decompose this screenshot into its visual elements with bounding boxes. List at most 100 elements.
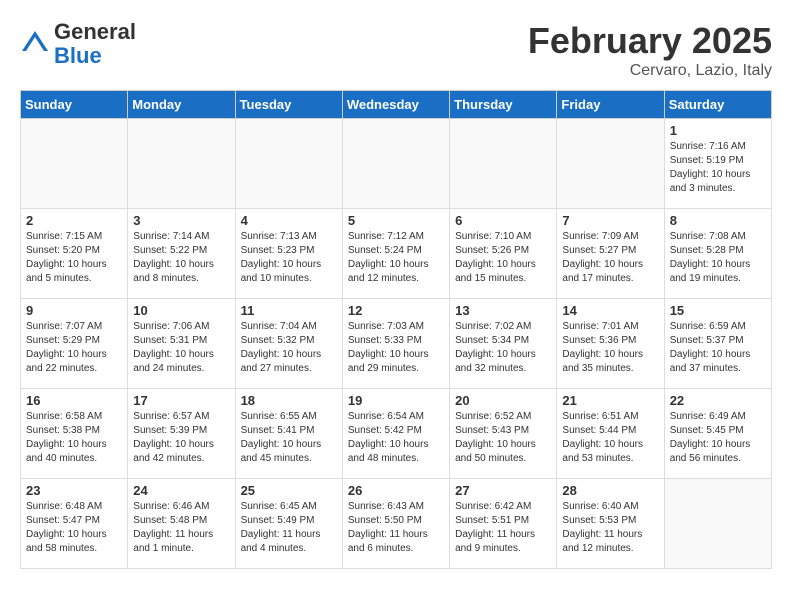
calendar-header: SundayMondayTuesdayWednesdayThursdayFrid…	[21, 91, 772, 119]
calendar-cell: 3 Sunrise: 7:14 AM Sunset: 5:22 PM Daylig…	[128, 209, 235, 299]
calendar-cell	[557, 119, 664, 209]
calendar-cell: 18 Sunrise: 6:55 AM Sunset: 5:41 PM Dayli…	[235, 389, 342, 479]
calendar-cell	[235, 119, 342, 209]
day-number: 15	[670, 303, 766, 318]
logo-icon	[20, 29, 50, 59]
day-info: Sunrise: 6:59 AM Sunset: 5:37 PM Dayligh…	[670, 320, 766, 376]
calendar-cell: 19Sunrise: 6:54 AM Sunset: 5:42 PM Dayli…	[342, 389, 449, 479]
calendar-cell: 7 Sunrise: 7:09 AM Sunset: 5:27 PM Daylig…	[557, 209, 664, 299]
day-number: 17	[133, 393, 229, 408]
day-number: 22	[670, 393, 766, 408]
day-info: Sunrise: 6:42 AM Sunset: 5:51 PM Dayligh…	[455, 500, 551, 556]
calendar-cell: 27 Sunrise: 6:42 AM Sunset: 5:51 PM Dayli…	[450, 479, 557, 569]
calendar-cell	[128, 119, 235, 209]
day-info: Sunrise: 7:15 AM Sunset: 5:20 PM Dayligh…	[26, 230, 122, 286]
calendar-cell: 24 Sunrise: 6:46 AM Sunset: 5:48 PM Dayli…	[128, 479, 235, 569]
calendar-cell: 1Sunrise: 7:16 AM Sunset: 5:19 PM Daylig…	[664, 119, 771, 209]
week-row-2: 2 Sunrise: 7:15 AM Sunset: 5:20 PM Daylig…	[21, 209, 772, 299]
day-info: Sunrise: 7:14 AM Sunset: 5:22 PM Dayligh…	[133, 230, 229, 286]
calendar-cell: 26Sunrise: 6:43 AM Sunset: 5:50 PM Dayli…	[342, 479, 449, 569]
day-info: Sunrise: 7:10 AM Sunset: 5:26 PM Dayligh…	[455, 230, 551, 286]
calendar-cell: 2 Sunrise: 7:15 AM Sunset: 5:20 PM Daylig…	[21, 209, 128, 299]
day-info: Sunrise: 6:58 AM Sunset: 5:38 PM Dayligh…	[26, 410, 122, 466]
day-number: 24	[133, 483, 229, 498]
day-number: 2	[26, 213, 122, 228]
day-number: 5	[348, 213, 444, 228]
day-number: 23	[26, 483, 122, 498]
day-info: Sunrise: 7:01 AM Sunset: 5:36 PM Dayligh…	[562, 320, 658, 376]
day-number: 13	[455, 303, 551, 318]
calendar-cell: 10 Sunrise: 7:06 AM Sunset: 5:31 PM Dayli…	[128, 299, 235, 389]
calendar-cell: 15 Sunrise: 6:59 AM Sunset: 5:37 PM Dayli…	[664, 299, 771, 389]
day-number: 6	[455, 213, 551, 228]
calendar-cell: 13Sunrise: 7:02 AM Sunset: 5:34 PM Dayli…	[450, 299, 557, 389]
logo-text: General Blue	[54, 20, 136, 68]
calendar-cell	[664, 479, 771, 569]
calendar-cell	[342, 119, 449, 209]
day-info: Sunrise: 6:49 AM Sunset: 5:45 PM Dayligh…	[670, 410, 766, 466]
day-info: Sunrise: 6:55 AM Sunset: 5:41 PM Dayligh…	[241, 410, 337, 466]
day-header-thursday: Thursday	[450, 91, 557, 119]
week-row-3: 9 Sunrise: 7:07 AM Sunset: 5:29 PM Daylig…	[21, 299, 772, 389]
day-info: Sunrise: 7:03 AM Sunset: 5:33 PM Dayligh…	[348, 320, 444, 376]
day-info: Sunrise: 7:09 AM Sunset: 5:27 PM Dayligh…	[562, 230, 658, 286]
calendar-cell: 22 Sunrise: 6:49 AM Sunset: 5:45 PM Dayli…	[664, 389, 771, 479]
day-number: 20	[455, 393, 551, 408]
day-info: Sunrise: 6:46 AM Sunset: 5:48 PM Dayligh…	[133, 500, 229, 556]
day-number: 4	[241, 213, 337, 228]
day-info: Sunrise: 6:40 AM Sunset: 5:53 PM Dayligh…	[562, 500, 658, 556]
day-headers-row: SundayMondayTuesdayWednesdayThursdayFrid…	[21, 91, 772, 119]
day-number: 3	[133, 213, 229, 228]
page-header: General Blue February 2025 Cervaro, Lazi…	[20, 20, 772, 80]
day-number: 10	[133, 303, 229, 318]
day-info: Sunrise: 7:08 AM Sunset: 5:28 PM Dayligh…	[670, 230, 766, 286]
calendar-cell: 20Sunrise: 6:52 AM Sunset: 5:43 PM Dayli…	[450, 389, 557, 479]
week-row-1: 1Sunrise: 7:16 AM Sunset: 5:19 PM Daylig…	[21, 119, 772, 209]
day-info: Sunrise: 7:16 AM Sunset: 5:19 PM Dayligh…	[670, 140, 766, 196]
day-info: Sunrise: 6:57 AM Sunset: 5:39 PM Dayligh…	[133, 410, 229, 466]
week-row-4: 16 Sunrise: 6:58 AM Sunset: 5:38 PM Dayli…	[21, 389, 772, 479]
day-info: Sunrise: 7:07 AM Sunset: 5:29 PM Dayligh…	[26, 320, 122, 376]
location: Cervaro, Lazio, Italy	[528, 62, 772, 80]
day-number: 16	[26, 393, 122, 408]
calendar-cell	[21, 119, 128, 209]
day-header-monday: Monday	[128, 91, 235, 119]
calendar-cell: 11 Sunrise: 7:04 AM Sunset: 5:32 PM Dayli…	[235, 299, 342, 389]
logo: General Blue	[20, 20, 136, 68]
day-info: Sunrise: 7:12 AM Sunset: 5:24 PM Dayligh…	[348, 230, 444, 286]
day-header-friday: Friday	[557, 91, 664, 119]
day-number: 25	[241, 483, 337, 498]
day-info: Sunrise: 6:48 AM Sunset: 5:47 PM Dayligh…	[26, 500, 122, 556]
day-info: Sunrise: 6:51 AM Sunset: 5:44 PM Dayligh…	[562, 410, 658, 466]
day-number: 9	[26, 303, 122, 318]
day-number: 14	[562, 303, 658, 318]
calendar-table: SundayMondayTuesdayWednesdayThursdayFrid…	[20, 90, 772, 569]
day-info: Sunrise: 6:54 AM Sunset: 5:42 PM Dayligh…	[348, 410, 444, 466]
day-number: 27	[455, 483, 551, 498]
day-number: 7	[562, 213, 658, 228]
calendar-body: 1Sunrise: 7:16 AM Sunset: 5:19 PM Daylig…	[21, 119, 772, 569]
day-number: 8	[670, 213, 766, 228]
calendar-cell: 8 Sunrise: 7:08 AM Sunset: 5:28 PM Daylig…	[664, 209, 771, 299]
day-info: Sunrise: 7:04 AM Sunset: 5:32 PM Dayligh…	[241, 320, 337, 376]
week-row-5: 23 Sunrise: 6:48 AM Sunset: 5:47 PM Dayli…	[21, 479, 772, 569]
day-info: Sunrise: 7:06 AM Sunset: 5:31 PM Dayligh…	[133, 320, 229, 376]
day-header-sunday: Sunday	[21, 91, 128, 119]
calendar-cell: 16 Sunrise: 6:58 AM Sunset: 5:38 PM Dayli…	[21, 389, 128, 479]
day-header-tuesday: Tuesday	[235, 91, 342, 119]
day-number: 28	[562, 483, 658, 498]
calendar-cell: 5 Sunrise: 7:12 AM Sunset: 5:24 PM Daylig…	[342, 209, 449, 299]
calendar-cell: 6 Sunrise: 7:10 AM Sunset: 5:26 PM Daylig…	[450, 209, 557, 299]
logo-blue: Blue	[54, 44, 136, 68]
day-header-wednesday: Wednesday	[342, 91, 449, 119]
logo-general: General	[54, 20, 136, 44]
day-info: Sunrise: 7:13 AM Sunset: 5:23 PM Dayligh…	[241, 230, 337, 286]
day-number: 11	[241, 303, 337, 318]
calendar-cell: 4 Sunrise: 7:13 AM Sunset: 5:23 PM Daylig…	[235, 209, 342, 299]
month-title: February 2025	[528, 20, 772, 62]
day-info: Sunrise: 6:43 AM Sunset: 5:50 PM Dayligh…	[348, 500, 444, 556]
calendar-cell: 9 Sunrise: 7:07 AM Sunset: 5:29 PM Daylig…	[21, 299, 128, 389]
day-number: 18	[241, 393, 337, 408]
calendar-cell: 28 Sunrise: 6:40 AM Sunset: 5:53 PM Dayli…	[557, 479, 664, 569]
day-number: 21	[562, 393, 658, 408]
